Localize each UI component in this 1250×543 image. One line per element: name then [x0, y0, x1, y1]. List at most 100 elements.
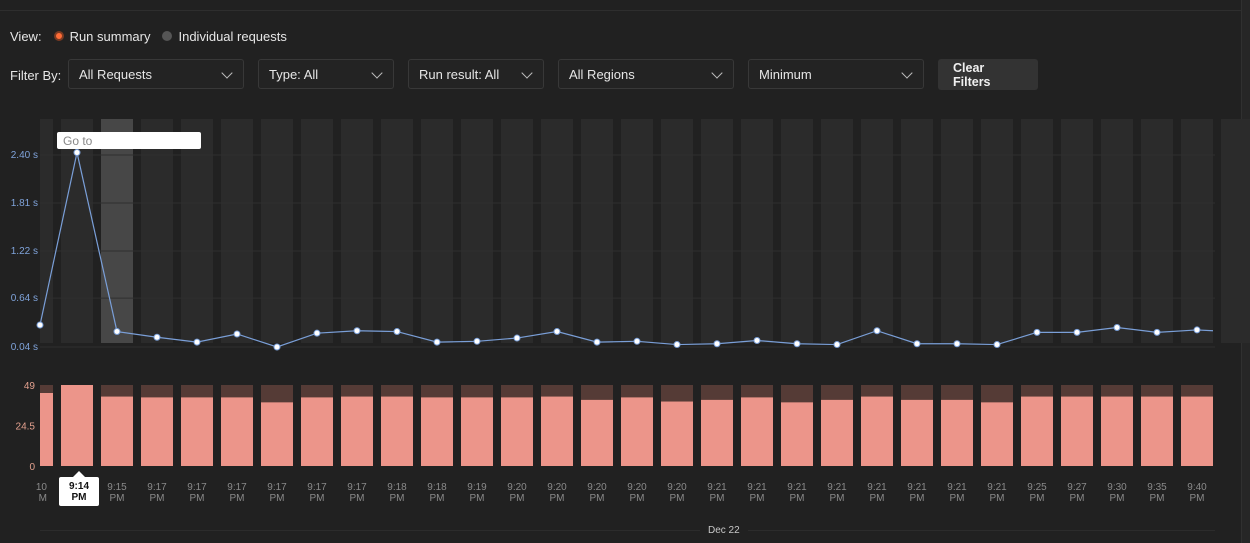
chart-column — [141, 119, 173, 343]
y-tick-label: 0.04 s — [11, 342, 38, 353]
x-tick-label: 9:21 — [827, 482, 847, 493]
x-tick-label: PM — [990, 493, 1005, 504]
x-tick-label: PM — [270, 493, 285, 504]
x-tick-label: 9:21 — [867, 482, 887, 493]
data-point — [1033, 328, 1041, 336]
bar — [941, 399, 973, 466]
x-tick-label: 9:21 — [747, 482, 767, 493]
x-tick-label: 9:18 — [427, 482, 447, 493]
x-tick-label: 9:21 — [987, 482, 1007, 493]
data-point — [513, 334, 521, 342]
chart-column — [301, 119, 333, 343]
chart-column-partial — [40, 119, 53, 343]
bar — [1061, 396, 1093, 466]
chart-column — [101, 119, 133, 343]
goto-input[interactable] — [57, 132, 201, 149]
x-tick-label: 10 — [36, 482, 48, 493]
chart-column — [541, 119, 573, 343]
x-tick-label: PM — [1070, 493, 1085, 504]
data-point — [633, 337, 641, 345]
x-tick-label: PM — [1150, 493, 1165, 504]
chart-column — [221, 119, 253, 343]
x-tick-label: 9:21 — [707, 482, 727, 493]
x-tick-label: 9:17 — [347, 482, 367, 493]
y-tick-label: 0.64 s — [11, 293, 38, 304]
x-tick-label: 9:20 — [667, 482, 687, 493]
data-point — [1193, 326, 1201, 334]
chart-column — [1181, 119, 1213, 343]
chart-column — [381, 119, 413, 343]
data-point — [593, 338, 601, 346]
chart: 2.40 s 1.81 s 1.22 s 0.64 s 0.04 s 49 24.5 010M… — [11, 119, 1250, 504]
data-point — [433, 338, 441, 346]
data-point — [73, 149, 81, 157]
x-tick-label: PM — [790, 493, 805, 504]
chart-column — [1221, 119, 1250, 343]
x-tick-label: 9:21 — [947, 482, 967, 493]
date-divider — [40, 530, 1215, 531]
bar — [781, 402, 813, 466]
chart-column — [341, 119, 373, 343]
data-point — [1153, 328, 1161, 336]
data-point — [753, 336, 761, 344]
x-tick-label: 9:18 — [387, 482, 407, 493]
bar — [901, 399, 933, 466]
bar — [1101, 396, 1133, 466]
x-tick-label: PM — [590, 493, 605, 504]
x-tick-label: PM — [550, 493, 565, 504]
bar — [661, 401, 693, 466]
bar — [421, 397, 453, 466]
x-tick-label: 9:17 — [187, 482, 207, 493]
x-tick-label: PM — [230, 493, 245, 504]
x-tick-label: PM — [710, 493, 725, 504]
chart-column — [701, 119, 733, 343]
bar — [181, 397, 213, 466]
x-tick-label: 9:17 — [307, 482, 327, 493]
data-point — [313, 329, 321, 337]
chart-column — [181, 119, 213, 343]
x-tick-label: PM — [950, 493, 965, 504]
x-tick-label: 9:35 — [1147, 482, 1167, 493]
x-tick-label: PM — [830, 493, 845, 504]
chart-column — [621, 119, 653, 343]
data-point — [993, 341, 1001, 349]
x-tick-label: 9:17 — [267, 482, 287, 493]
x-tick-label: 9:30 — [1107, 482, 1127, 493]
x-tick-label: 9:25 — [1027, 482, 1047, 493]
bar — [61, 385, 93, 466]
bar — [621, 397, 653, 466]
x-tick-label: PM — [1030, 493, 1045, 504]
x-tick-label: PM — [470, 493, 485, 504]
data-point — [153, 333, 161, 341]
data-point — [473, 337, 481, 345]
x-tick-label: PM — [390, 493, 405, 504]
bar — [581, 399, 613, 466]
chart-column — [581, 119, 613, 343]
y-tick-label: 2.40 s — [11, 150, 38, 161]
bar — [1021, 396, 1053, 466]
data-point — [393, 328, 401, 336]
data-point — [193, 338, 201, 346]
x-tick-label: M — [39, 493, 47, 504]
chart-column — [901, 119, 933, 343]
x-tick-label: 9:17 — [147, 482, 167, 493]
x-tick-label: 9:40 — [1187, 482, 1207, 493]
chart-column — [461, 119, 493, 343]
bar — [501, 397, 533, 466]
x-tick-label: PM — [1190, 493, 1205, 504]
bar-y-tick-label: 24.5 — [16, 422, 36, 433]
x-tick-label: 9:21 — [907, 482, 927, 493]
bar — [141, 397, 173, 466]
data-point — [36, 321, 44, 329]
bar — [861, 396, 893, 466]
x-tick-label: 9:20 — [547, 482, 567, 493]
x-tick-label: PM — [110, 493, 125, 504]
x-tick-label: PM — [870, 493, 885, 504]
selected-time-period: PM — [71, 492, 87, 503]
chart-column — [861, 119, 893, 343]
chart-column — [821, 119, 853, 343]
x-tick-label: 9:17 — [227, 482, 247, 493]
data-point — [793, 340, 801, 348]
data-point — [953, 340, 961, 348]
x-tick-label: 9:20 — [507, 482, 527, 493]
